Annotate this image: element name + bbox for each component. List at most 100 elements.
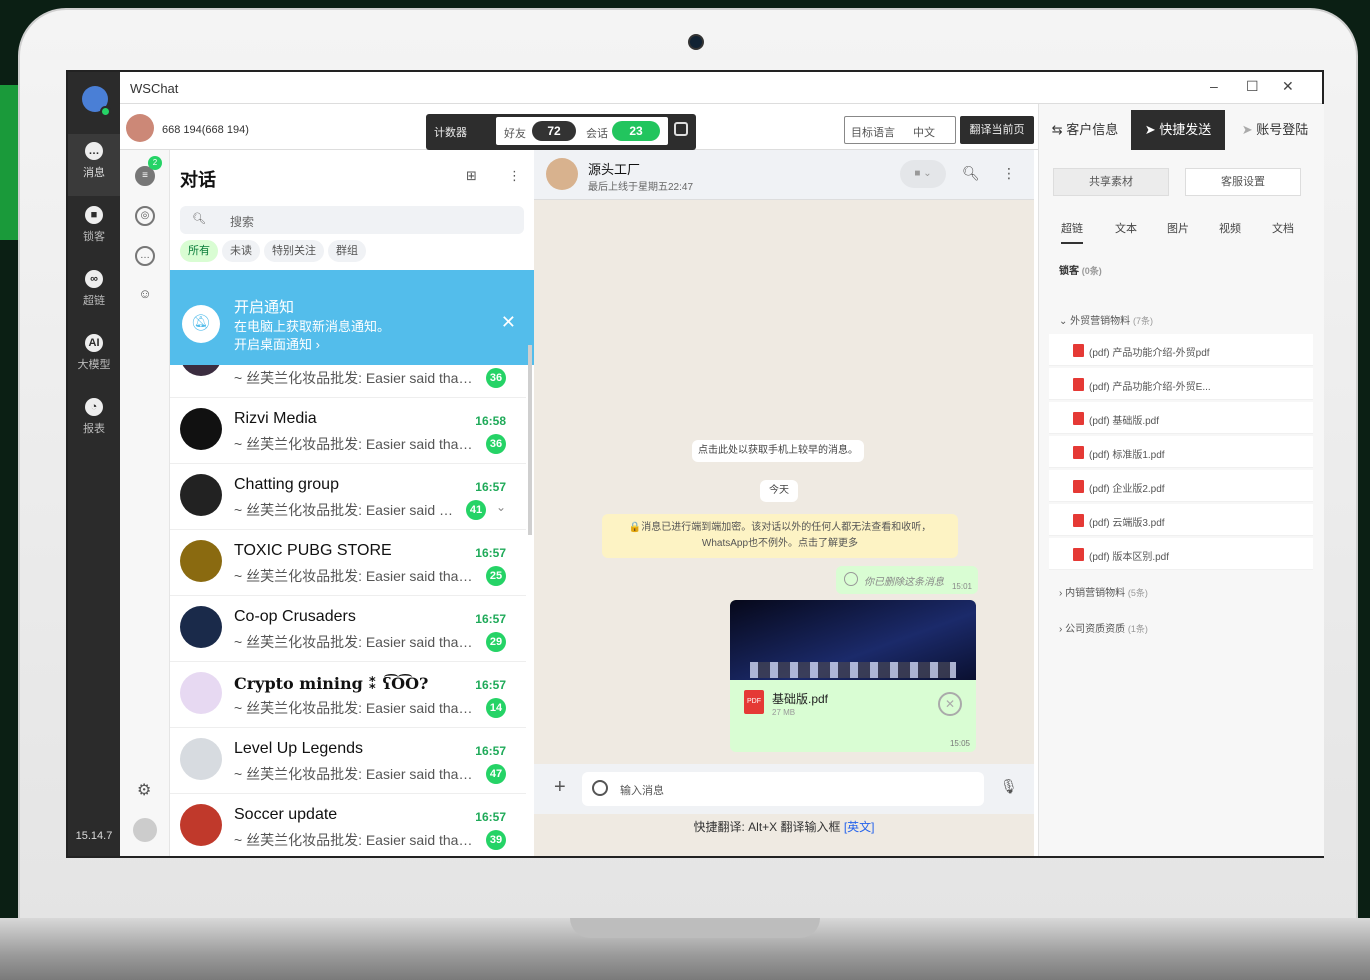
search-icon[interactable]: 🔍︎ <box>962 165 980 182</box>
online-status-dot <box>100 106 111 117</box>
sessions-label: 会话 <box>586 128 608 140</box>
rail-item-messages[interactable]: … 消息 <box>68 134 120 196</box>
chat-row[interactable]: Co-op Crusaders 16:57 ~ 丝芙兰化妆品批发: Easier… <box>170 596 526 662</box>
filter-starred[interactable]: 特别关注 <box>264 240 324 262</box>
counter-search-icon[interactable] <box>674 122 688 136</box>
notification-subtitle: 在电脑上获取新消息通知。 <box>234 319 391 334</box>
chat-row[interactable]: Crypto mining ⁑ ʕ͡O͡O? 16:57 ~ 丝芙兰化妆品批发:… <box>170 662 526 728</box>
filter-bar: 所有 未读 特别关注 群组 <box>180 240 370 262</box>
nav-rail: … 消息 ■ 锁客 ∞ 超链 AI 大模型 ◔ 报表 15.14.7 <box>68 72 120 856</box>
rail-item-lock[interactable]: ■ 锁客 <box>68 198 120 260</box>
report-icon: ◔ <box>85 398 103 416</box>
minimize-icon[interactable]: – <box>1210 78 1218 94</box>
status-icon[interactable]: ◎ <box>135 206 155 226</box>
pdf-icon <box>1073 378 1084 391</box>
chat-row[interactable]: Soccer update 16:57 ~ 丝芙兰化妆品批发: Easier s… <box>170 794 526 856</box>
tab-images[interactable]: 图片 <box>1167 220 1189 236</box>
chat-time: 16:57 <box>475 810 506 824</box>
search-input[interactable]: 🔍︎ 搜索 <box>180 206 524 234</box>
new-chat-icon[interactable]: ⊞ <box>466 168 477 184</box>
rail-item-link[interactable]: ∞ 超链 <box>68 262 120 324</box>
profile-avatar[interactable] <box>133 818 157 842</box>
shared-materials-button[interactable]: 共享素材 <box>1053 168 1169 196</box>
version-label: 15.14.7 <box>75 830 113 842</box>
contact-status: 最后上线于星期五22:47 <box>588 182 694 193</box>
attach-icon[interactable]: + <box>554 776 566 799</box>
chevron-down-icon[interactable]: ⌄ <box>496 500 506 514</box>
channels-icon[interactable]: … <box>135 246 155 266</box>
load-older-messages[interactable]: 点击此处以获取手机上较早的消息。 <box>692 440 864 462</box>
tab-account-login[interactable]: ➤ 账号登陆 <box>1225 110 1325 150</box>
chat-time: 16:57 <box>475 678 506 692</box>
notification-banner[interactable]: 🔕︎ 开启通知 在电脑上获取新消息通知。 开启桌面通知 › ✕ <box>170 270 534 365</box>
service-settings-button[interactable]: 客服设置 <box>1185 168 1301 196</box>
tab-documents[interactable]: 文档 <box>1272 220 1294 236</box>
chat-row[interactable]: Level Up Legends 16:57 ~ 丝芙兰化妆品批发: Easie… <box>170 728 526 794</box>
chevron-down-icon: ⌄ <box>1059 316 1071 327</box>
tab-customer-info[interactable]: ⇆ 客户信息 <box>1039 110 1131 150</box>
chat-time: 16:57 <box>475 480 506 494</box>
friends-label: 好友 <box>504 128 526 140</box>
file-item[interactable]: (pdf) 标准版1.pdf <box>1049 436 1313 468</box>
send-icon: ➤ <box>1144 122 1160 137</box>
file-item[interactable]: (pdf) 版本区别.pdf <box>1049 538 1313 570</box>
unread-count: 29 <box>486 632 506 652</box>
file-message[interactable]: PDF 基础版.pdf 27 MB ✕ 15:05 <box>730 600 976 752</box>
tab-links[interactable]: 超链 <box>1061 220 1083 244</box>
chat-avatar <box>180 672 222 714</box>
file-item[interactable]: (pdf) 基础版.pdf <box>1049 402 1313 434</box>
translate-page-button[interactable]: 翻译当前页 <box>960 116 1034 144</box>
account-bar: 668 194(668 194) 计数器 好友 72 会话 23 目标语言 中文… <box>120 104 1038 150</box>
chats-badge: 2 <box>148 156 162 170</box>
tab-videos[interactable]: 视频 <box>1219 220 1241 236</box>
cancel-upload-icon[interactable]: ✕ <box>938 692 962 716</box>
quick-send-panel: ⇆ 客户信息 ➤ 快捷发送 ➤ 账号登陆 共享素材 客服设置 超链 文本 图片 … <box>1038 104 1324 856</box>
menu-icon[interactable]: ⋮ <box>1002 165 1016 182</box>
microphone-icon[interactable]: 🎙︎ <box>1000 778 1018 795</box>
chat-list-scrollbar[interactable] <box>528 345 532 535</box>
group-domestic-materials[interactable]: › 内销营销物料 (5条) <box>1059 584 1148 599</box>
maximize-icon[interactable]: ☐ <box>1246 78 1259 95</box>
chat-row[interactable]: Chatting group 16:57 ~ 丝芙兰化妆品批发: Easier … <box>170 464 526 530</box>
target-language-select[interactable]: 目标语言 中文 <box>844 116 956 144</box>
enable-notifications-link[interactable]: 开启桌面通知 › <box>234 334 320 353</box>
settings-icon[interactable]: ⚙ <box>137 780 151 800</box>
file-item[interactable]: (pdf) 企业版2.pdf <box>1049 470 1313 502</box>
filter-unread[interactable]: 未读 <box>222 240 260 262</box>
close-banner-icon[interactable]: ✕ <box>501 312 516 333</box>
file-item[interactable]: (pdf) 云端版3.pdf <box>1049 504 1313 536</box>
lock-group[interactable]: 锁客 (0条) <box>1059 262 1102 277</box>
date-divider: 今天 <box>760 480 798 502</box>
tab-text[interactable]: 文本 <box>1115 220 1137 236</box>
tab-quick-send[interactable]: ➤ 快捷发送 <box>1131 110 1225 150</box>
menu-icon[interactable]: ⋮ <box>508 168 521 184</box>
group-foreign-materials[interactable]: ⌄ 外贸营销物料 (7条) <box>1059 312 1153 327</box>
close-icon[interactable]: ✕ <box>1282 78 1294 95</box>
pdf-icon <box>1073 480 1084 493</box>
target-language-value: 中文 <box>913 127 935 139</box>
group-company-credentials[interactable]: › 公司资质资质 (1条) <box>1059 620 1148 635</box>
chat-row[interactable]: Rizvi Media 16:58 ~ 丝芙兰化妆品批发: Easier sai… <box>170 398 526 464</box>
rail-item-report[interactable]: ◔ 报表 <box>68 390 120 452</box>
communities-icon[interactable]: ☺ <box>135 286 155 306</box>
message-input[interactable]: 输入消息 <box>582 772 984 806</box>
chat-avatar <box>180 606 222 648</box>
unread-count: 39 <box>486 830 506 850</box>
chat-preview: ~ 丝芙兰化妆品批发: Easier said than d... <box>234 700 474 716</box>
contact-name[interactable]: 源头工厂 <box>588 159 640 178</box>
account-avatar[interactable] <box>126 114 154 142</box>
file-item[interactable]: (pdf) 产品功能介绍-外贸E... <box>1049 368 1313 400</box>
contact-avatar[interactable] <box>546 158 578 190</box>
emoji-icon[interactable] <box>592 780 608 796</box>
rail-item-ai[interactable]: AI 大模型 <box>68 326 120 388</box>
counter-label[interactable]: 计数器 <box>434 124 467 140</box>
filter-groups[interactable]: 群组 <box>328 240 366 262</box>
chat-avatar <box>180 474 222 516</box>
chat-icon: … <box>85 142 103 160</box>
chat-row[interactable]: TOXIC PUBG STORE 16:57 ~ 丝芙兰化妆品批发: Easie… <box>170 530 526 596</box>
translate-language-link[interactable]: [英文] <box>844 820 875 834</box>
filter-all[interactable]: 所有 <box>180 240 218 262</box>
video-call-icon[interactable]: ■ ⌄ <box>900 160 946 188</box>
file-item[interactable]: (pdf) 产品功能介绍-外贸pdf <box>1049 334 1313 366</box>
encryption-notice[interactable]: 🔒消息已进行端到端加密。该对话以外的任何人都无法查看和收听，WhatsApp也不… <box>602 514 958 558</box>
